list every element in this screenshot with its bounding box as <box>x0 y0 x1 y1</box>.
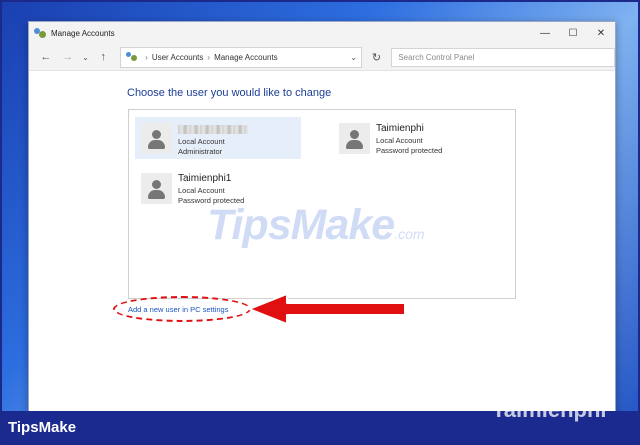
user-name: Taimienphi1 <box>178 173 232 184</box>
main-content: Choose the user you would like to change… <box>29 71 615 412</box>
user-name: Taimienphi <box>376 123 424 134</box>
window-title: Manage Accounts <box>51 28 115 38</box>
pointer-arrow-icon <box>248 293 406 325</box>
footer-bar: TipsMake Taimienphi <box>0 397 640 445</box>
page-heading: Choose the user you would like to change <box>127 87 332 99</box>
watermark: TipsMake.com <box>207 201 425 249</box>
maximize-button[interactable]: ☐ <box>559 22 587 44</box>
user-avatar-icon <box>141 123 172 154</box>
navigation-toolbar: ← → ⌄ ↑ › User Accounts › Manage Account… <box>29 44 615 71</box>
forward-button[interactable]: → <box>57 46 79 68</box>
user-accounts-icon <box>34 27 46 39</box>
user-account-detail: Administrator <box>178 147 223 156</box>
user-account-type: Local Account <box>178 137 225 146</box>
user-account-type: Local Account <box>376 136 423 145</box>
brand-logo-text: TipsMake <box>8 419 77 436</box>
control-panel-icon <box>126 52 138 62</box>
search-input[interactable]: Search Control Panel <box>391 47 615 67</box>
refresh-button[interactable]: ↻ <box>366 48 388 67</box>
user-tile-administrator[interactable]: Local Account Administrator <box>135 117 301 159</box>
user-avatar-icon <box>141 173 172 204</box>
add-user-link[interactable]: Add a new user in PC settings <box>128 305 228 314</box>
user-account-type: Local Account <box>178 186 225 195</box>
up-button[interactable]: ↑ <box>92 46 114 68</box>
user-name-redacted <box>178 125 248 134</box>
close-button[interactable]: ✕ <box>587 22 615 44</box>
address-bar[interactable]: › User Accounts › Manage Accounts ⌄ <box>120 46 362 68</box>
back-button[interactable]: ← <box>35 46 57 68</box>
chevron-right-icon: › <box>207 52 211 62</box>
chevron-right-icon: › <box>145 52 148 62</box>
minimize-button[interactable]: — <box>531 22 559 44</box>
user-tile-taimienphi[interactable]: Taimienphi Local Account Password protec… <box>333 117 503 159</box>
breadcrumb-manage-accounts[interactable]: Manage Accounts <box>214 53 278 62</box>
address-dropdown-button[interactable]: ⌄ <box>347 53 361 62</box>
user-avatar-icon <box>339 123 370 154</box>
breadcrumb-user-accounts[interactable]: User Accounts <box>152 53 204 62</box>
manage-accounts-window: Manage Accounts — ☐ ✕ ← → ⌄ ↑ › User Acc… <box>28 21 616 413</box>
brand-logo-right: Taimienphi <box>492 397 607 422</box>
title-bar: Manage Accounts — ☐ ✕ <box>29 22 615 44</box>
user-account-detail: Password protected <box>376 146 443 155</box>
recent-locations-button[interactable]: ⌄ <box>79 46 93 68</box>
